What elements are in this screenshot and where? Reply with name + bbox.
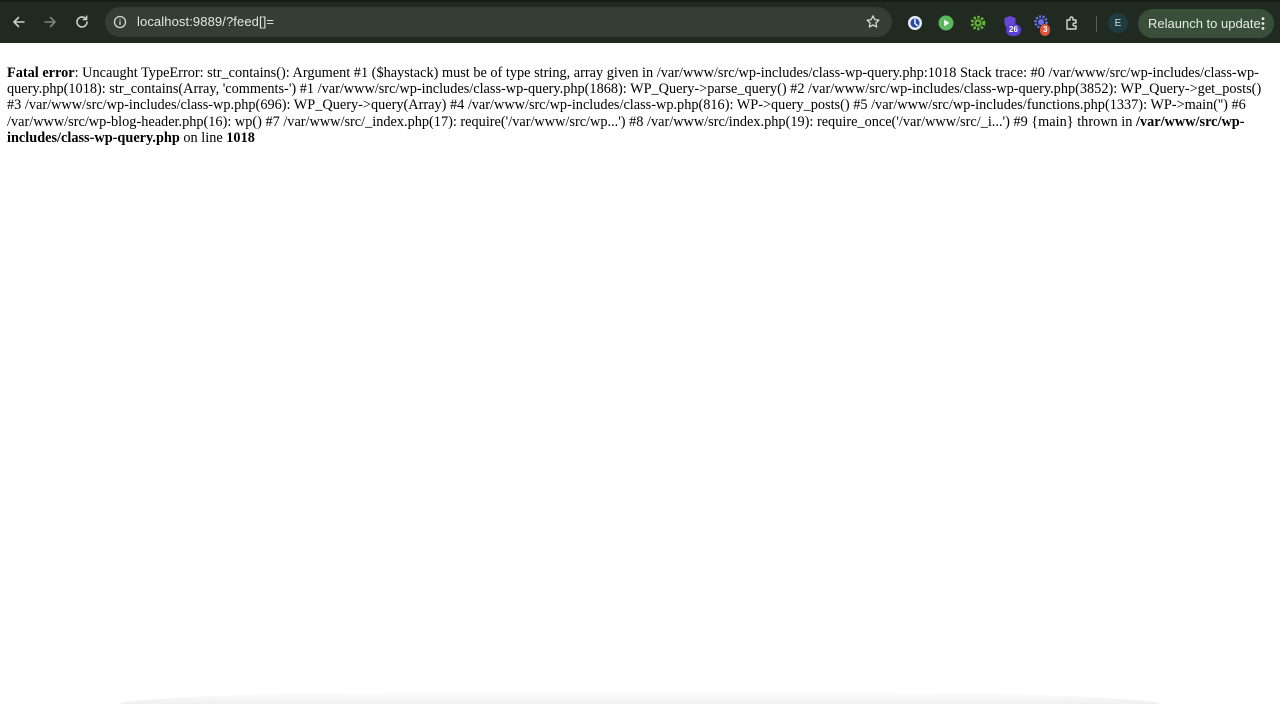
back-arrow-icon — [13, 16, 25, 28]
bookmark-star-icon[interactable] — [865, 14, 881, 30]
url-text[interactable]: localhost:9889/?feed[]= — [137, 14, 274, 29]
profile-avatar[interactable]: E — [1108, 13, 1128, 33]
site-info-button[interactable] — [111, 13, 129, 31]
extension-badge-count: 26 — [1006, 24, 1021, 36]
browser-toolbar: localhost:9889/?feed[]= 26 3 E Relaunch … — [0, 0, 1280, 43]
privacy-shield-icon — [908, 16, 922, 30]
error-message: : Uncaught TypeError: str_contains(): Ar… — [7, 65, 1262, 130]
info-icon — [113, 15, 127, 29]
error-line-number: 1018 — [226, 129, 255, 146]
gear-extension-icon[interactable] — [969, 14, 987, 32]
play-extension-icon[interactable] — [937, 14, 955, 32]
puzzle-icon — [1066, 16, 1077, 30]
forward-arrow-icon — [44, 16, 56, 28]
php-fatal-error: Fatal error: Uncaught TypeError: str_con… — [7, 65, 1269, 146]
more-vert-icon — [1261, 17, 1265, 30]
relaunch-to-update-button[interactable]: Relaunch to update — [1138, 9, 1274, 38]
reload-button[interactable] — [69, 9, 95, 35]
address-bar[interactable]: localhost:9889/?feed[]= — [105, 7, 892, 37]
forward-button[interactable] — [37, 9, 63, 35]
bottom-shadow — [120, 690, 1160, 704]
on-line-text: on line — [179, 129, 227, 146]
toolbar-divider — [1096, 16, 1097, 32]
back-button[interactable] — [6, 9, 32, 35]
reload-icon — [76, 15, 88, 28]
gear-icon — [970, 15, 986, 31]
privacy-extension-icon[interactable] — [906, 14, 924, 32]
error-label: Fatal error — [7, 65, 75, 81]
extension-badge-count: 3 — [1040, 24, 1051, 36]
play-icon — [938, 15, 954, 31]
extensions-menu-button[interactable] — [1063, 14, 1081, 32]
relaunch-label: Relaunch to update — [1148, 16, 1261, 31]
